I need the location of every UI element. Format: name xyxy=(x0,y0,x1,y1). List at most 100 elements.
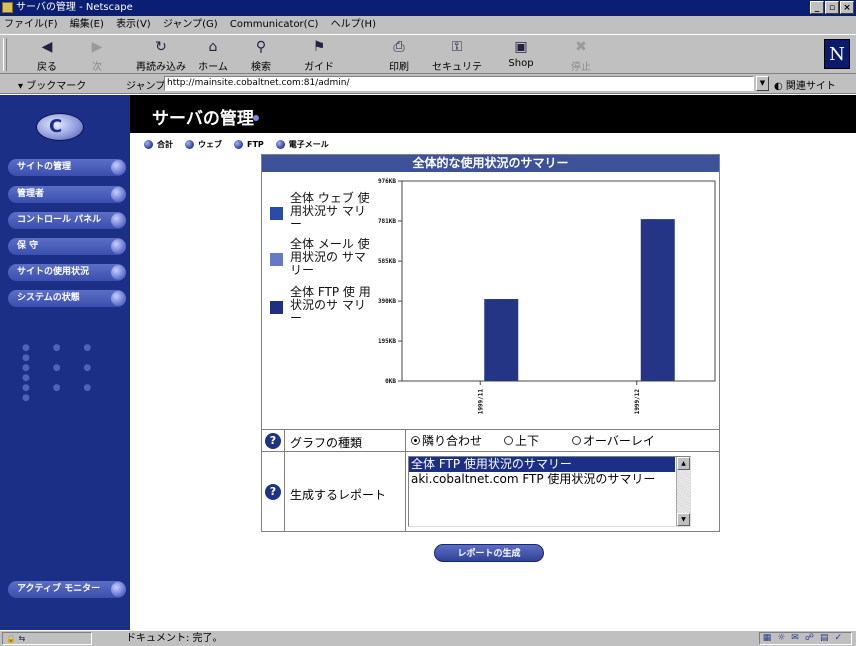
component-tray[interactable]: ▦☼✉☍▤✓ xyxy=(758,632,852,645)
x-tick-label: 1999/11 xyxy=(477,389,484,415)
tab-total[interactable]: 合計 xyxy=(144,139,173,150)
report-listbox[interactable]: 全体 FTP 使用状況のサマリー aki.cobaltnet.com FTP 使… xyxy=(408,456,691,527)
url-dropdown-button[interactable]: ▼ xyxy=(756,76,769,91)
generate-report-button[interactable]: レポートの生成 xyxy=(434,544,544,562)
nav-knob-icon xyxy=(111,213,126,228)
status-indicators[interactable]: 🔒 ⇆ xyxy=(2,632,92,645)
related-sites-button[interactable]: ◐ 関連サイト xyxy=(774,77,836,92)
scroll-down-icon[interactable]: ▼ xyxy=(677,513,690,526)
toolbar-button-guide[interactable]: ⚑ ガイド xyxy=(294,39,344,73)
menu-communicator[interactable]: Communicator(C) xyxy=(230,19,319,30)
toolbar-button-label: 戻る xyxy=(37,62,57,73)
report-option-aki-ftp[interactable]: aki.cobaltnet.com FTP 使用状況のサマリー xyxy=(409,472,690,487)
toolbar-button-label: ガイド xyxy=(304,62,334,73)
url-input[interactable]: http://mainsite.cobaltnet.com:81/admin/ xyxy=(164,76,754,91)
shop-icon: ▣ xyxy=(514,39,528,55)
report-row: ? 生成するレポート 全体 FTP 使用状況のサマリー aki.cobaltne… xyxy=(262,452,719,532)
menu-file[interactable]: ファイル(F) xyxy=(4,19,58,30)
netscape-logo[interactable]: N xyxy=(824,39,850,69)
jump-label: ジャンプ: xyxy=(126,81,169,92)
help-icon[interactable]: ? xyxy=(265,433,281,449)
title-dot-icon xyxy=(253,115,259,121)
row-divider xyxy=(284,430,285,451)
chart-area: 全体 ウェブ 使用状況サ マリー 全体 メール 使用状況の サマリー 全体 FT… xyxy=(262,172,719,430)
back-arrow-icon: ◀ xyxy=(41,39,53,55)
bookmarks-button[interactable]: ▾ ブックマーク xyxy=(18,77,86,92)
sidebar-item-label: コントロール パネル xyxy=(17,215,102,225)
nav-knob-icon xyxy=(111,239,126,254)
tab-label: 電子メール xyxy=(288,140,329,149)
tab-bullet-icon xyxy=(275,140,285,149)
cobalt-logo: C xyxy=(36,113,84,141)
cobalt-logo-letter: C xyxy=(49,116,63,137)
row-divider xyxy=(405,452,406,532)
nav-knob-icon xyxy=(111,187,126,202)
tab-ftp[interactable]: FTP xyxy=(234,139,264,150)
tab-label: 合計 xyxy=(157,140,173,149)
radio-side-by-side[interactable]: 隣り合わせ xyxy=(411,432,482,449)
report-option-total-ftp[interactable]: 全体 FTP 使用状況のサマリー xyxy=(409,457,675,472)
decorative-dots: ● ● ● ● xyxy=(22,383,102,403)
menu-bar: ファイル(F) 編集(E) 表示(V) ジャンプ(G) Communicator… xyxy=(0,16,856,34)
tab-web[interactable]: ウェブ xyxy=(185,139,222,150)
toolbar-button-label: 再読み込み xyxy=(136,62,186,73)
toolbar-button-security-lock[interactable]: ⚿セキュリティ xyxy=(432,39,482,88)
sidebar-item-site-usage[interactable]: サイトの使用状況 xyxy=(8,264,126,281)
toolbar-button-label: 停止 xyxy=(571,62,591,73)
minimize-button[interactable]: _ xyxy=(810,1,824,14)
y-tick-label: 781KB xyxy=(378,218,396,225)
sidebar-item-site-management[interactable]: サイトの管理 xyxy=(8,159,126,176)
toolbar-button-back-arrow[interactable]: ◀ 戻る xyxy=(22,39,72,73)
sidebar-item-maintenance[interactable]: 保 守 xyxy=(8,238,126,255)
netscape-app-icon[interactable] xyxy=(2,2,13,13)
radio-checked-icon xyxy=(411,436,420,445)
radio-unchecked-icon xyxy=(572,436,581,445)
sidebar-item-control-panel[interactable]: コントロール パネル xyxy=(8,212,126,229)
security-lock-icon: ⚿ xyxy=(451,39,463,55)
bookmarks-label: ブックマーク xyxy=(26,81,87,92)
toolbar-button-home[interactable]: ⌂ ホーム xyxy=(188,39,238,73)
maximize-button[interactable]: ▫ xyxy=(825,1,839,14)
active-monitor-button[interactable]: アクティブ モニター xyxy=(8,581,126,598)
nav-knob-icon xyxy=(111,582,126,597)
help-icon[interactable]: ? xyxy=(265,484,281,500)
toolbar-button-shop[interactable]: ▣ Shop xyxy=(496,39,546,73)
toolbar-grip[interactable] xyxy=(3,38,7,71)
radio-label: 上下 xyxy=(515,434,540,448)
listbox-scrollbar[interactable]: ▲ ▼ xyxy=(676,457,690,526)
tab-email[interactable]: 電子メール xyxy=(275,139,329,150)
radio-unchecked-icon xyxy=(504,436,513,445)
bar-1999-12 xyxy=(640,219,675,381)
scroll-up-icon[interactable]: ▲ xyxy=(677,457,690,470)
sidebar-item-administrator[interactable]: 管理者 xyxy=(8,186,126,203)
radio-stacked[interactable]: 上下 xyxy=(504,432,539,449)
bar-1999-11 xyxy=(484,299,519,381)
navigation-toolbar: ◀ 戻る ▶次 ↻ 再読み込み⌂ホーム⚲検索⚑ガイド ⎙印刷⚿セキュリティ ▣Shop ✖ 停止… xyxy=(0,34,856,88)
stop-icon: ✖ xyxy=(575,39,587,55)
toolbar-button-print[interactable]: ⎙ 印刷 xyxy=(374,39,424,73)
menu-view[interactable]: 表示(V) xyxy=(116,19,151,30)
reload-icon: ↻ xyxy=(155,39,167,55)
page-title: サーバの管理 xyxy=(152,109,254,129)
toolbar-button-reload[interactable]: ↻ 再読み込み xyxy=(136,39,186,73)
menu-help[interactable]: ヘルプ(H) xyxy=(331,19,376,30)
menu-edit[interactable]: 編集(E) xyxy=(70,19,104,30)
toolbar-button-label: ホーム xyxy=(198,62,228,73)
close-button[interactable]: × xyxy=(840,1,854,14)
y-tick-label: 390KB xyxy=(378,298,396,305)
panel-title: 全体的な使用状況のサマリー xyxy=(262,155,719,172)
graph-type-label: グラフの種類 xyxy=(290,436,363,450)
y-tick-label: 195KB xyxy=(378,338,396,345)
sidebar-item-label: サイトの管理 xyxy=(17,162,72,172)
window-title: サーバの管理 - Netscape xyxy=(16,2,133,13)
sidebar-item-system-status[interactable]: システムの状態 xyxy=(8,290,126,307)
monitor-label: アクティブ モニター xyxy=(17,584,101,594)
toolbar-button-forward-arrow[interactable]: ▶ 次 xyxy=(72,39,122,73)
toolbar-button-search[interactable]: ⚲ 検索 xyxy=(236,39,286,73)
menu-go[interactable]: ジャンプ(G) xyxy=(163,19,218,30)
tab-label: ウェブ xyxy=(198,140,222,149)
radio-overlay[interactable]: オーバーレイ xyxy=(572,432,655,449)
toolbar-button-stop[interactable]: ✖ 停止 xyxy=(556,39,606,73)
status-text: ドキュメント: 完了。 xyxy=(126,633,223,644)
x-tick-label: 1999/12 xyxy=(634,389,641,415)
